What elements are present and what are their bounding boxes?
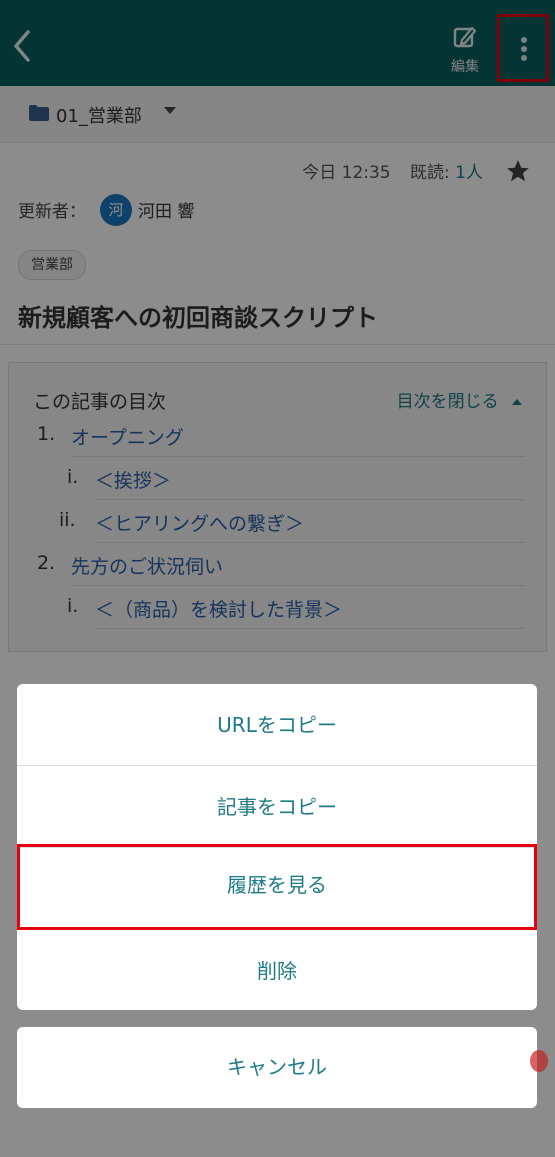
action-sheet: URLをコピー 記事をコピー 履歴を見る 削除: [17, 684, 537, 1010]
copy-article-button[interactable]: 記事をコピー: [17, 766, 537, 848]
notification-badge: [530, 1050, 548, 1072]
delete-button[interactable]: 削除: [17, 930, 537, 1010]
cancel-button[interactable]: キャンセル: [17, 1027, 537, 1108]
view-history-button[interactable]: 履歴を見る: [17, 844, 537, 930]
copy-url-button[interactable]: URLをコピー: [17, 684, 537, 766]
